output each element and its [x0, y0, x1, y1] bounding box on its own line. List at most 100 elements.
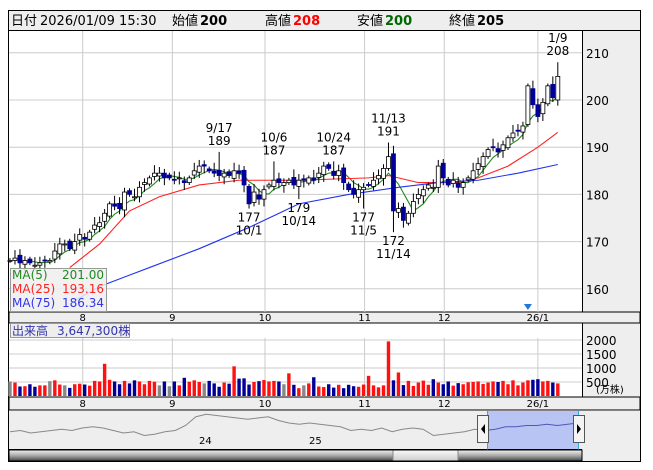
volume-bar: [102, 363, 107, 396]
ma5-label: MA(5): [12, 268, 48, 282]
candle-body: [251, 191, 257, 203]
volume-bar: [426, 384, 431, 396]
volume-bar: [396, 372, 401, 396]
candle-body: [276, 178, 282, 184]
extreme-date-label: 10/14: [282, 214, 317, 228]
volume-bar: [531, 379, 535, 396]
month-tick-label: 9: [169, 313, 175, 324]
candle-body: [166, 174, 172, 179]
volume-bar: [207, 380, 211, 396]
navigator-left-handle[interactable]: [477, 415, 489, 443]
volume-bar: [282, 384, 286, 396]
candle-body: [366, 184, 371, 186]
month-tick-label: 10: [259, 313, 272, 324]
date-label: 日付: [11, 14, 37, 29]
open-value: 200: [200, 14, 227, 29]
volume-bar: [192, 380, 196, 396]
volume-tick-label: 1500: [586, 348, 617, 362]
volume-bar: [73, 384, 77, 396]
extreme-date-label: 11/14: [376, 247, 411, 261]
candle-body: [430, 186, 436, 189]
month-tick-label: 26/1: [527, 399, 549, 410]
scrollbar-thumb[interactable]: [392, 449, 459, 462]
volume-value: 3,647,300株: [57, 323, 130, 338]
navigator-right-handle[interactable]: [573, 415, 585, 443]
candle-body: [495, 148, 501, 153]
candle-body: [291, 177, 297, 186]
volume-bar: [242, 378, 246, 396]
candle-body: [500, 144, 506, 151]
volume-bar: [516, 385, 520, 396]
candle-body: [176, 177, 182, 180]
candle-body: [510, 132, 516, 139]
volume-bar: [262, 380, 266, 396]
volume-bar: [307, 383, 311, 396]
volume-bar: [212, 383, 216, 396]
candle-body: [296, 179, 302, 187]
volume-bar: [411, 385, 416, 396]
month-tick-label: 8: [80, 399, 86, 410]
volume-bar: [406, 380, 411, 396]
volume-bar: [441, 384, 445, 396]
candle-body: [231, 170, 237, 179]
price-tick-label: 170: [586, 236, 609, 250]
volume-bar: [252, 382, 256, 396]
navigator-selection[interactable]: [487, 411, 578, 449]
candle-body: [505, 137, 511, 149]
ma75-label: MA(75): [12, 296, 55, 310]
close-label: 終値: [449, 13, 475, 29]
volume-bar: [466, 382, 470, 396]
volume-bar: [546, 380, 550, 396]
candle-body: [376, 175, 381, 180]
candle-body: [181, 180, 187, 184]
volume-bar: [232, 366, 236, 396]
candle-body: [117, 202, 122, 209]
candle-body: [97, 222, 103, 227]
candle-body: [405, 212, 411, 224]
extreme-date-label: 10/6: [260, 130, 287, 144]
candle-body: [435, 165, 441, 188]
candle-body: [545, 85, 551, 105]
volume-bar: [162, 381, 167, 396]
candle-body: [37, 262, 43, 266]
candle-body: [67, 240, 73, 250]
volume-bar: [322, 387, 326, 396]
scrollbar-track[interactable]: [9, 450, 582, 461]
candle-body: [241, 169, 247, 186]
candle-body: [346, 183, 352, 191]
candle-body: [445, 178, 451, 186]
candle-body: [341, 167, 347, 184]
candle-body: [550, 84, 556, 99]
extreme-date-label: 9/17: [206, 121, 233, 135]
ma5-value: 201.00: [62, 268, 104, 282]
candle-body: [17, 254, 23, 264]
volume-bar: [38, 385, 42, 396]
volume-bar: [401, 385, 406, 396]
volume-bar: [506, 384, 510, 396]
candle-body: [236, 170, 242, 174]
volume-bar: [137, 381, 142, 396]
candle-body: [475, 163, 481, 170]
volume-tick-label: 2000: [586, 334, 617, 348]
volume-bar: [277, 381, 281, 396]
volume-tick-label: 1000: [586, 362, 617, 376]
candle-body: [261, 189, 267, 200]
candle-body: [82, 236, 88, 240]
extreme-price-label: 191: [377, 124, 400, 138]
volume-bar: [157, 385, 162, 396]
candle-body: [266, 184, 272, 188]
volume-bar: [381, 385, 386, 396]
volume-bar: [217, 386, 221, 396]
volume-bar: [83, 384, 87, 396]
volume-bar: [471, 382, 475, 396]
volume-bar: [332, 387, 336, 396]
extreme-price-label: 179: [287, 201, 310, 215]
candle-body: [87, 231, 93, 240]
candle-body: [490, 146, 496, 149]
month-tick-label: 12: [438, 313, 451, 324]
extreme-price-label: 208: [546, 44, 569, 58]
candle: [505, 135, 511, 151]
volume-bar: [356, 386, 361, 396]
candle-body: [132, 196, 137, 199]
price-tick-label: 200: [586, 94, 609, 108]
